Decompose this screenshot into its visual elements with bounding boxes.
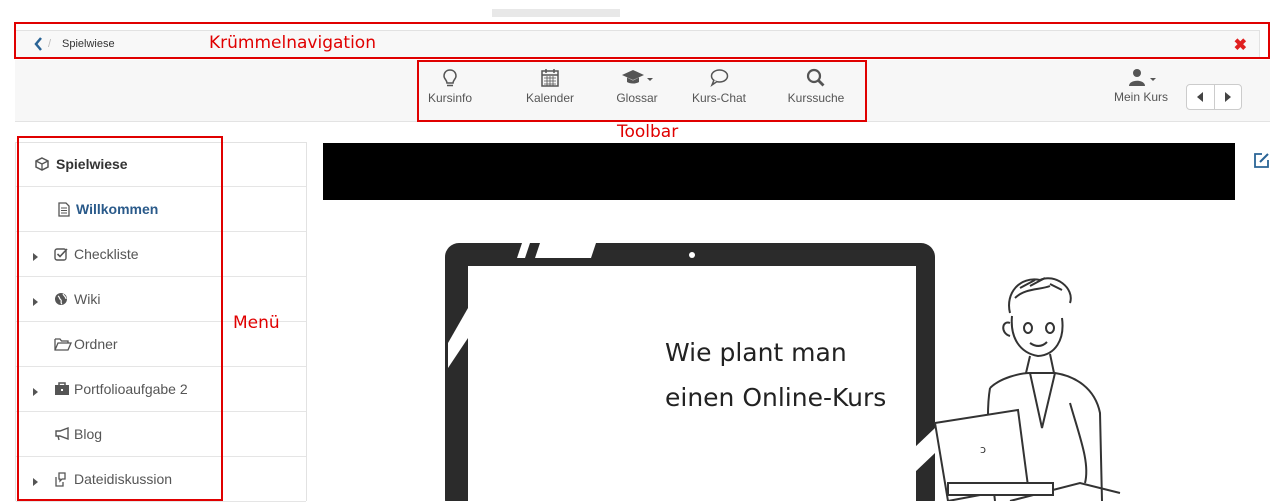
horizontal-scrollbar[interactable] (492, 9, 620, 17)
my-course-menu[interactable]: Mein Kurs (1114, 68, 1168, 104)
my-course-label: Mein Kurs (1114, 90, 1169, 104)
slide-title-line2: einen Online-Kurs (665, 383, 886, 412)
course-banner (323, 143, 1235, 200)
toolbar-annotation-box (417, 60, 867, 122)
previous-arrow-icon[interactable] (1187, 85, 1215, 109)
course-pager (1186, 84, 1242, 110)
next-arrow-icon[interactable] (1214, 85, 1241, 109)
menu-annotation-box (17, 136, 223, 501)
toolbar-annotation-label: Toolbar (617, 122, 679, 142)
menu-annotation-label: Menü (233, 313, 280, 333)
laptop-sticker-text: ᴐ (980, 443, 986, 456)
user-icon (1114, 68, 1168, 90)
breadcrumb-annotation-box (14, 22, 1270, 59)
slide-title-line1: Wie plant man (665, 338, 847, 367)
course-video-illustration[interactable]: ᴐ Wie plant man einen Online-Kurs (430, 228, 1230, 501)
edit-icon[interactable] (1253, 152, 1270, 174)
breadcrumb-annotation-label: Krümmelnavigation (209, 33, 376, 53)
